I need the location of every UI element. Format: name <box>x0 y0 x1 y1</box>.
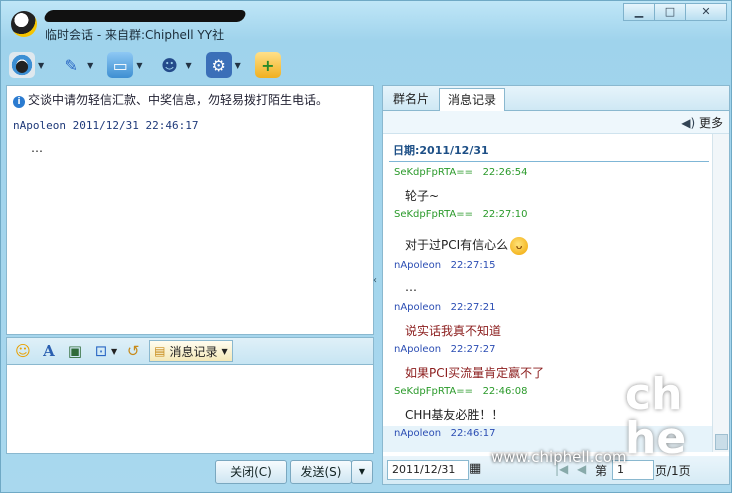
chevron-down-icon[interactable]: ▼ <box>111 347 117 356</box>
close-button[interactable]: 关闭(C) <box>215 460 287 484</box>
log-text: … <box>405 280 417 294</box>
close-window-button[interactable]: ✕ <box>685 3 727 21</box>
message-input[interactable] <box>6 364 374 454</box>
tab-message-history[interactable]: 消息记录 <box>439 88 506 111</box>
log-text: 轮子~ <box>405 189 440 203</box>
log-header: SeKdpFpRTA== 22:27:10 <box>394 209 528 220</box>
message-text: … <box>31 141 43 155</box>
tab-group-card[interactable]: 群名片 <box>385 88 437 110</box>
grin-emoji-icon: ᴗ <box>510 236 529 255</box>
emoji-icon[interactable]: ☺ <box>13 341 33 361</box>
chevron-down-icon[interactable]: ▼ <box>136 61 142 70</box>
file-tool[interactable]: ▭ ▼ <box>107 52 142 78</box>
image-icon[interactable]: ▣ <box>65 341 85 361</box>
chevron-down-icon[interactable]: ▼ <box>235 61 241 70</box>
panel-splitter[interactable]: ‹ <box>373 85 381 483</box>
video-tool[interactable]: ● ▼ <box>9 52 44 78</box>
chevron-down-icon[interactable]: ▼ <box>185 61 191 70</box>
add-app-icon: + <box>254 52 281 78</box>
security-notice: i 交谈中请勿轻信汇款、中奖信息，勿轻易拨打陌生电话。 <box>13 91 328 108</box>
watermark-url: www.chiphell.com <box>491 448 627 466</box>
log-text: 如果PCI买流量肯定赢不了 <box>405 366 545 380</box>
shake-icon[interactable]: ↺ <box>123 341 143 361</box>
input-toolbar: ☺ A ▣ ⊡ ▼ ↺ ▤ 消息记录 ▼ <box>6 337 374 365</box>
settings-icon: ⚙ <box>205 52 232 78</box>
watermark-logo: ch he <box>625 369 687 464</box>
contact-tool[interactable]: ☻ ▼ <box>156 52 192 78</box>
chat-window: 临时会话 - 来自群:Chiphell YY社 ▁ □ ✕ ● ▼ ✎ ▼ ▭ … <box>0 0 732 493</box>
history-icon: ▤ <box>154 344 166 358</box>
voice-tool[interactable]: ✎ ▼ <box>58 52 93 78</box>
history-label: 消息记录 <box>169 344 218 359</box>
chevron-down-icon[interactable]: ▼ <box>38 61 44 70</box>
window-subtitle: 临时会话 - 来自群:Chiphell YY社 <box>45 28 225 42</box>
chevron-down-icon: ▼ <box>221 346 228 356</box>
log-text: 说实话我真不知道 <box>405 324 502 338</box>
info-icon: i <box>13 96 25 108</box>
toolbar: ● ▼ ✎ ▼ ▭ ▼ ☻ ▼ ⚙ ▼ + <box>9 49 295 81</box>
maximize-button[interactable]: □ <box>654 3 686 21</box>
chevron-down-icon[interactable]: ▼ <box>87 61 93 70</box>
video-icon: ● <box>9 52 35 78</box>
settings-tool[interactable]: ⚙ ▼ <box>205 52 241 78</box>
send-button[interactable]: 发送(S) <box>290 460 352 484</box>
more-button[interactable]: ◀) 更多 <box>681 114 723 131</box>
log-header: nApoleon 22:46:17 <box>394 428 496 439</box>
conversation-pane[interactable]: i 交谈中请勿轻信汇款、中奖信息，勿轻易拨打陌生电话。 nApoleon 2011… <box>6 85 374 335</box>
collapse-arrow-icon[interactable]: ‹ <box>373 275 377 286</box>
log-text: 对于过PCI有信心么 ᴗ <box>405 236 529 255</box>
more-label: 更多 <box>698 116 723 130</box>
redacted-name <box>42 10 248 22</box>
log-header: SeKdpFpRTA== 22:26:54 <box>394 167 528 178</box>
screenshot-icon[interactable]: ⊡ <box>91 341 111 361</box>
minimize-button[interactable]: ▁ <box>623 3 655 21</box>
message-history-button[interactable]: ▤ 消息记录 ▼ <box>149 340 233 362</box>
qq-penguin-icon <box>11 11 37 37</box>
scrollbar-thumb[interactable] <box>715 434 728 450</box>
font-icon[interactable]: A <box>39 341 59 361</box>
log-header: nApoleon 22:27:21 <box>394 302 496 313</box>
history-scrollbar[interactable] <box>712 134 729 452</box>
log-header: SeKdpFpRTA== 22:46:08 <box>394 386 528 397</box>
send-options-button[interactable]: ▼ <box>351 460 373 484</box>
message-time: 2011/12/31 22:46:17 <box>72 119 199 132</box>
message-header: nApoleon 2011/12/31 22:46:17 <box>13 119 198 132</box>
divider <box>389 161 709 162</box>
history-date-header: 日期:2011/12/31 <box>393 144 489 157</box>
notice-text: 交谈中请勿轻信汇款、中奖信息，勿轻易拨打陌生电话。 <box>28 93 329 107</box>
side-tabs: 群名片 消息记录 <box>383 86 729 111</box>
add-app-tool[interactable]: + <box>254 52 281 78</box>
window-controls: ▁ □ ✕ <box>623 3 727 21</box>
contact-icon: ☻ <box>161 55 178 75</box>
microphone-icon: ✎ <box>64 55 78 75</box>
folder-icon: ▭ <box>107 52 134 78</box>
title-bar[interactable]: 临时会话 - 来自群:Chiphell YY社 ▁ □ ✕ <box>1 1 731 45</box>
speaker-icon: ◀) <box>681 116 696 130</box>
date-input[interactable]: 2011/12/31 <box>387 460 469 480</box>
message-sender: nApoleon <box>13 119 66 132</box>
log-header: nApoleon 22:27:15 <box>394 260 496 271</box>
calendar-icon[interactable]: ▦ <box>469 461 481 476</box>
log-text: CHH基友必胜！！ <box>405 408 504 422</box>
history-toolbar: ◀) 更多 <box>383 111 729 134</box>
log-header: nApoleon 22:27:27 <box>394 344 496 355</box>
page-suffix: 页/1页 <box>655 464 691 478</box>
